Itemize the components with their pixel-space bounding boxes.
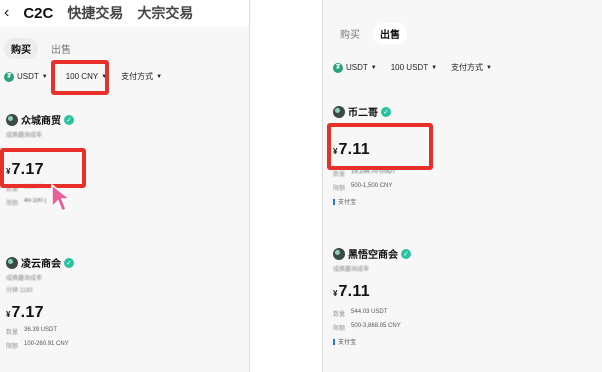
limit-value: 40-100 ( [24, 198, 47, 204]
limit-row: 限额 500-3,868.05 CNY [333, 323, 593, 332]
payment-method-label: 支付宝 [338, 340, 357, 346]
merchant-stats: 成换趣询成率 [333, 267, 370, 273]
payment-method: 支付宝 [333, 197, 593, 206]
limit-label: 限额 [6, 201, 19, 207]
caret-down-icon: ▼ [431, 64, 438, 71]
tab-c2c[interactable]: C2C [23, 5, 53, 22]
merchant-stats: 成换趣询成率 [6, 133, 43, 139]
merchant-time: 分钟 1180 [6, 288, 33, 294]
divider-gap [250, 0, 322, 372]
quantity-value: 36.39 USDT [24, 327, 58, 333]
merchant-name-text: 币二哥 [348, 108, 378, 119]
quantity-label: 数量 [333, 312, 346, 318]
buy-sell-toggle: 购买 出售 [4, 38, 78, 59]
alipay-bar-icon [333, 198, 335, 205]
merchant-name[interactable]: 币二哥 ✓ [333, 104, 593, 119]
limit-value: 500-1,500 CNY [351, 183, 393, 189]
ad-card[interactable]: 凌云商会 ✓ 成换趣询成率 分钟 1180 ¥ 7.17 数量 36.39 US… [6, 255, 246, 350]
usdt-coin-icon: ₮ [333, 62, 343, 73]
merchant-name-text: 黑悟空商会 [348, 250, 398, 261]
coin-filter[interactable]: ₮ USDT ▼ [333, 62, 377, 73]
verified-badge-icon: ✓ [401, 248, 411, 259]
tab-block-trade[interactable]: 大宗交易 [137, 3, 193, 23]
quantity-row: 数量 544.03 USDT [333, 309, 593, 318]
merchant-name[interactable]: 凌云商会 ✓ [6, 255, 246, 270]
quantity-row: 数量 19,154.70 USDT [333, 169, 593, 178]
left-screenshot-panel: ‹ C2C 快捷交易 大宗交易 购买 出售 ₮ USDT ▼ 100 CNY ▼… [0, 0, 250, 372]
alipay-bar-icon [333, 338, 335, 345]
usdt-coin-icon: ₮ [4, 71, 14, 82]
quantity-label: 数量 [333, 172, 346, 178]
limit-label: 限额 [333, 186, 346, 192]
limit-label: 限额 [6, 344, 19, 350]
caret-down-icon: ▼ [41, 73, 48, 80]
tab-quick-trade[interactable]: 快捷交易 [67, 3, 123, 23]
quantity-label: 数量 [6, 330, 19, 336]
amount-filter[interactable]: 100 USDT ▼ [391, 63, 437, 72]
amount-filter-label: 100 USDT [390, 63, 429, 72]
coin-filter[interactable]: ₮ USDT ▼ [4, 71, 48, 82]
verified-badge-icon: ✓ [381, 106, 391, 117]
amount-filter-highlight [51, 60, 109, 95]
caret-down-icon: ▼ [486, 64, 492, 71]
sell-tab[interactable]: 出售 [373, 23, 407, 44]
right-screenshot-panel: 购买 出售 ₮ USDT ▼ 100 USDT ▼ 支付方式 ▼ 币二哥 ✓ ¥… [322, 0, 602, 372]
caret-down-icon: ▼ [156, 73, 163, 80]
merchant-name[interactable]: 众城商贸 ✓ [6, 112, 246, 127]
currency-symbol: ¥ [6, 310, 11, 319]
merchant-name-text: 众城商贸 [21, 116, 61, 127]
payment-method-label: 支付宝 [338, 200, 357, 206]
price-value: 7.17 [11, 304, 44, 321]
payment-filter-label: 支付方式 [121, 72, 154, 81]
merchant-name[interactable]: 黑悟空商会 ✓ [333, 246, 593, 261]
quantity-value: 544.03 USDT [351, 309, 388, 315]
buy-sell-toggle: 购买 出售 [333, 23, 407, 44]
price-value: 7.11 [338, 283, 370, 300]
sell-tab[interactable]: 出售 [44, 38, 78, 59]
limit-row: 限额 40-100 ( [6, 198, 246, 207]
chevron-left-icon[interactable]: ‹ [4, 4, 9, 22]
payment-filter-label: 支付方式 [451, 63, 484, 72]
quantity-row: 数量 36.39 USDT [6, 327, 246, 336]
payment-filter[interactable]: 支付方式 ▼ [451, 62, 492, 73]
avatar [6, 256, 18, 269]
price: ¥ 7.17 [6, 304, 246, 322]
limit-value: 100-260.91 CNY [24, 341, 69, 347]
quantity-value: 19,154.70 USDT [351, 169, 396, 175]
ad-card[interactable]: 黑悟空商会 ✓ 成换趣询成率 ¥ 7.11 数量 544.03 USDT 限额 … [333, 246, 593, 346]
avatar [333, 247, 345, 260]
payment-method: 支付宝 [333, 337, 593, 346]
price-highlight [327, 123, 433, 170]
limit-row: 限额 500-1,500 CNY [333, 183, 593, 192]
verified-badge-icon: ✓ [64, 114, 74, 125]
limit-value: 500-3,868.05 CNY [351, 323, 401, 329]
price: ¥ 7.11 [333, 283, 593, 301]
caret-down-icon: ▼ [370, 64, 377, 71]
currency-symbol: ¥ [333, 289, 338, 298]
coin-filter-label: USDT [346, 63, 368, 72]
price-highlight [0, 148, 86, 188]
avatar [333, 105, 345, 118]
coin-filter-label: USDT [17, 72, 39, 81]
filter-bar: ₮ USDT ▼ 100 USDT ▼ 支付方式 ▼ [333, 62, 492, 73]
merchant-name-text: 凌云商会 [21, 259, 61, 270]
verified-badge-icon: ✓ [64, 257, 74, 268]
avatar [6, 113, 18, 126]
buy-tab[interactable]: 购买 [333, 23, 367, 44]
limit-label: 限额 [333, 326, 346, 332]
merchant-stats: 成换趣询成率 [6, 276, 43, 282]
buy-tab[interactable]: 购买 [4, 38, 38, 59]
top-nav: ‹ C2C 快捷交易 大宗交易 [0, 0, 249, 26]
limit-row: 限额 100-260.91 CNY [6, 341, 246, 350]
mouse-cursor-icon [51, 183, 72, 213]
payment-filter[interactable]: 支付方式 ▼ [121, 71, 162, 82]
